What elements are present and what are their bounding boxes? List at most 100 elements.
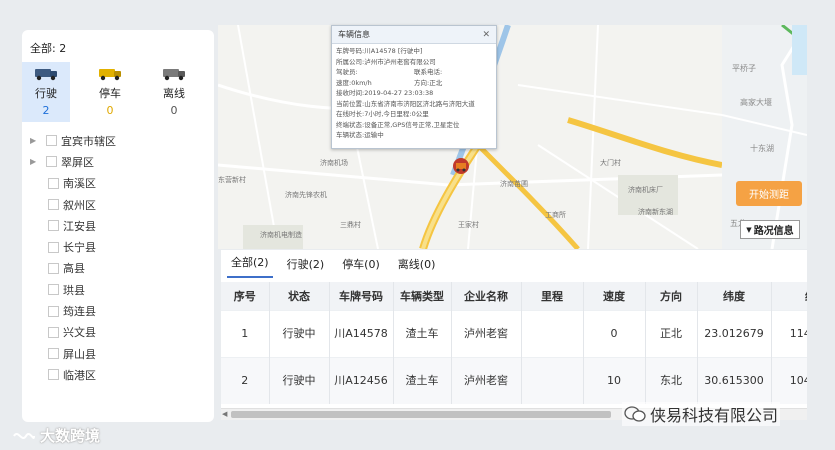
map-label: 王家村 [458,221,479,229]
checkbox[interactable] [48,326,59,338]
region-item[interactable]: 南溪区 [30,173,212,194]
region-item[interactable]: 江安县 [30,215,212,236]
watermark-logo-icon [13,432,35,439]
checkbox[interactable] [46,156,57,168]
table-cell: 行驶中 [269,309,330,357]
map-label: 济南先锋农机 [285,191,327,199]
region-item[interactable]: 叙州区 [30,194,212,215]
checkbox[interactable] [48,199,59,211]
popup-line: 方向:正北 [414,78,443,87]
table-cell: 渣土车 [393,309,452,357]
column-header: 速度 [583,282,646,310]
checkbox[interactable] [46,135,57,147]
region-item[interactable]: 筠连县 [30,300,212,321]
column-header: 车辆类型 [393,282,452,310]
map-label: 济南新东湖 [638,208,673,216]
vehicle-marker-icon[interactable] [450,155,472,177]
scrollbar-thumb[interactable] [231,411,611,418]
table-cell: 10 [583,356,646,404]
column-header: 经度 [771,282,807,310]
map-label: 大门村 [600,159,621,167]
traffic-info-button[interactable]: ▼ 路况信息 [740,220,800,239]
table-cell: 2 [221,356,270,404]
map-roads-right [722,25,807,249]
region-item[interactable]: 珙县 [30,279,212,300]
checkbox[interactable] [48,305,59,317]
popup-body: 车牌号码:川A14578 [行驶中] 所属公司:泸州市泸州老窖有限公司 驾驶员:… [332,44,496,143]
column-header: 纬度 [697,282,772,310]
popup-title: 车辆信息 [338,30,370,39]
checkbox[interactable] [48,220,59,232]
table-cell: 0 [583,309,646,357]
close-icon[interactable]: ✕ [482,30,490,40]
table-cell: 川A12456 [329,356,394,404]
traffic-label: 路况信息 [753,226,794,237]
tab-all[interactable]: 全部(2) [227,254,273,278]
region-label: 江安县 [63,219,96,233]
status-filter: 行驶 2 停车 0 离线 0 [22,62,214,122]
region-item[interactable]: 临港区 [30,364,212,385]
status-parked[interactable]: 停车 0 [86,62,134,122]
status-label: 行驶 [35,87,57,100]
map-label: 高家大堰 [740,98,772,107]
table-cell: 1 [221,309,270,357]
truck-icon [163,69,185,81]
region-label: 临港区 [63,368,96,382]
table-cell [521,356,584,404]
table-cell: 30.615300 [697,356,772,404]
table-row[interactable]: 1 行驶中 川A14578 渣土车 泸州老窖 0 正北 23.012679 11… [221,309,807,357]
vehicle-table: 序号 状态 车牌号码 车辆类型 企业名称 里程 速度 方向 纬度 经度 1 [221,282,807,404]
vehicle-tabs: 全部(2) 行驶(2) 停车(0) 离线(0) [227,250,449,278]
column-header: 里程 [521,282,584,310]
checkbox[interactable] [48,284,59,296]
tab-parked[interactable]: 停车(0) [338,256,384,278]
popup-line: 在线时长:7小时,今日里程:0公里 [336,110,429,118]
truck-icon [99,69,121,81]
region-label: 长宁县 [63,241,96,255]
table-cell: 114.2345 [771,309,807,357]
region-item[interactable]: 长宁县 [30,236,212,257]
watermark-right: 侠易科技有限公司 [622,402,781,426]
map-canvas-right[interactable]: 平桥子 高家大堰 十东湖 五龙 [722,25,807,249]
region-label: 叙州区 [63,198,96,212]
checkbox[interactable] [48,241,59,253]
region-label: 珙县 [63,283,85,297]
region-item[interactable]: 屏山县 [30,343,212,364]
expand-arrow-icon[interactable]: ▶ [30,136,40,145]
table-cell: 104.0665 [771,356,807,404]
table-row[interactable]: 2 行驶中 川A12456 渣土车 泸州老窖 10 东北 30.615300 1… [221,356,807,404]
region-item[interactable]: 兴文县 [30,322,212,343]
status-driving[interactable]: 行驶 2 [22,62,70,122]
checkbox[interactable] [48,348,59,360]
tab-offline[interactable]: 离线(0) [394,256,440,278]
status-count: 0 [170,104,178,117]
map-label: 十东湖 [750,144,774,153]
region-item[interactable]: ▶ 翠屏区 [30,151,212,172]
checkbox[interactable] [48,262,59,274]
scroll-left-icon[interactable]: ◀ [222,410,227,418]
region-item[interactable]: ▶ 宜宾市辖区 [30,130,212,151]
map-label: 济南机电制造 [260,231,302,239]
start-measure-button[interactable]: 开始测距 [736,181,802,206]
column-header: 状态 [269,282,330,310]
wechat-icon [624,406,646,422]
region-label: 宜宾市辖区 [61,134,116,148]
column-header: 企业名称 [451,282,522,310]
status-offline[interactable]: 离线 0 [150,62,198,122]
table-scroll[interactable]: 序号 状态 车牌号码 车辆类型 企业名称 里程 速度 方向 纬度 经度 1 [221,282,807,410]
checkbox[interactable] [48,369,59,381]
checkbox[interactable] [48,177,59,189]
vehicle-info-popup: 车辆信息 ✕ 车牌号码:川A14578 [行驶中] 所属公司:泸州市泸州老窖有限… [331,25,497,149]
expand-arrow-icon[interactable]: ▶ [30,157,40,166]
popup-line: 速度:0km/h [336,78,372,87]
popup-line-pair: 速度:0km/h 方向:正北 [336,78,492,89]
table-cell: 渣土车 [393,356,452,404]
popup-line: 车牌号码:川A14578 [行驶中] [336,47,423,55]
popup-line: 联系电话: [414,68,443,76]
map-label: 三鼎村 [340,221,361,229]
table-cell: 行驶中 [269,356,330,404]
region-label: 翠屏区 [61,155,94,169]
region-item[interactable]: 高县 [30,258,212,279]
tab-driving[interactable]: 行驶(2) [283,256,329,278]
popup-line: 当前位置:山东省济南市济阳区济北路与济阳大道 [336,99,475,108]
